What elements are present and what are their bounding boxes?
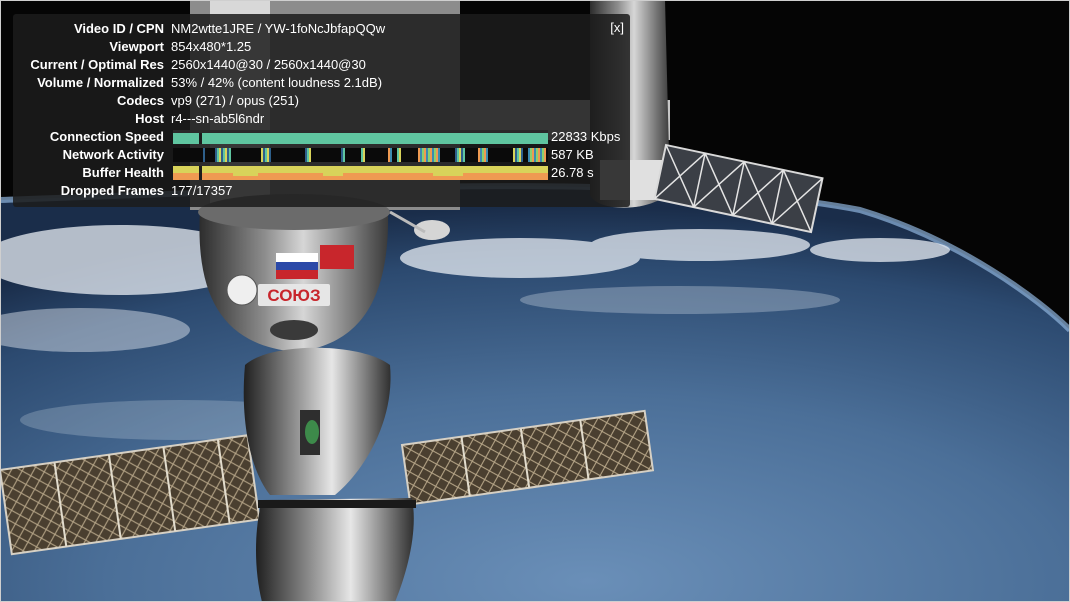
stats-value: 26.78 s xyxy=(551,165,594,180)
stats-value: vp9 (271) / opus (251) xyxy=(171,93,299,108)
buffer-health-graph xyxy=(173,166,548,180)
stats-label: Current / Optimal Res xyxy=(30,57,164,72)
stats-value: 53% / 42% (content loudness 2.1dB) xyxy=(171,75,383,90)
stats-label: Network Activity xyxy=(62,147,164,162)
svg-text:СОЮЗ: СОЮЗ xyxy=(267,286,320,305)
close-button[interactable]: [x] xyxy=(610,20,624,35)
stats-value: NM2wtte1JRE / YW-1foNcJbfapQQw xyxy=(171,21,386,36)
stats-label: Buffer Health xyxy=(82,165,164,180)
stats-value: 22833 Kbps xyxy=(551,129,621,144)
network-activity-graph xyxy=(173,148,548,162)
connection-speed-graph xyxy=(173,130,548,144)
stats-value: 2560x1440@30 / 2560x1440@30 xyxy=(171,57,366,72)
stats-label: Dropped Frames xyxy=(60,183,164,198)
stats-value: 177/17357 xyxy=(171,183,233,198)
stats-label: Viewport xyxy=(109,39,164,54)
stats-for-nerds-panel: [x] Video ID / CPN NM2wtte1JRE / YW-1foN… xyxy=(13,14,630,207)
stats-label: Volume / Normalized xyxy=(37,75,164,90)
stats-label: Video ID / CPN xyxy=(73,21,164,36)
stats-label: Connection Speed xyxy=(49,129,164,144)
stats-value: 854x480*1.25 xyxy=(171,39,252,54)
stats-value: r4---sn-ab5l6ndr xyxy=(171,111,265,126)
stats-value: 587 KB xyxy=(551,147,594,162)
stats-label: Codecs xyxy=(117,93,164,108)
stats-label: Host xyxy=(135,111,164,126)
